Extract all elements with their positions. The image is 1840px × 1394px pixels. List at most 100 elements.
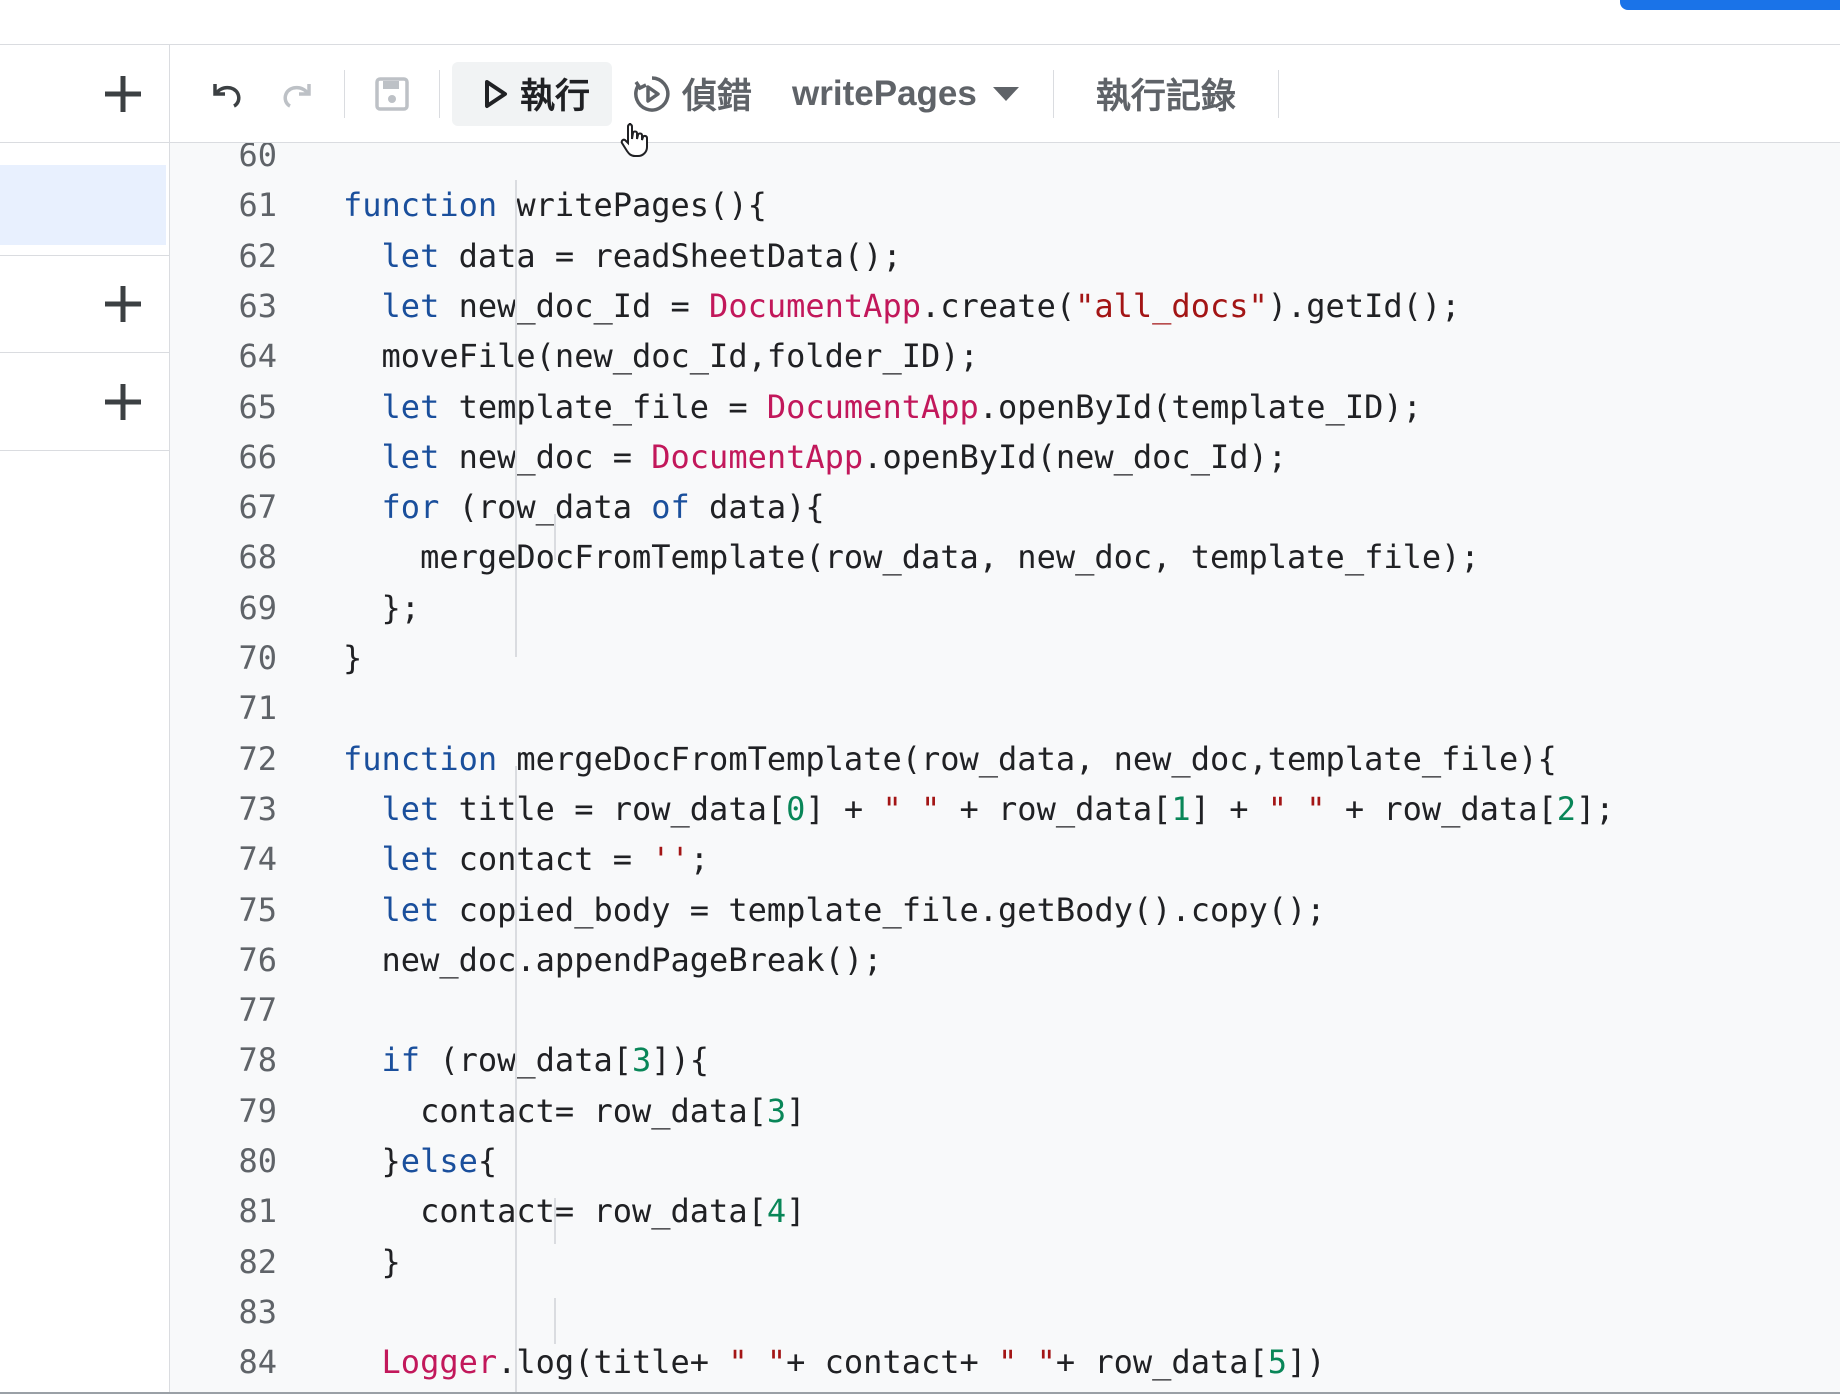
indent-guide [554,1198,556,1244]
code-token: new_doc_Id = [439,286,710,325]
line-number: 74 [238,840,277,879]
code-text: Logger.log(title+ " "+ contact+ " "+ row… [343,1337,1326,1387]
code-token: ] + [805,789,883,828]
code-token: let [381,890,440,929]
toolbar-divider [439,69,440,118]
line-number: 83 [238,1292,277,1331]
redo-icon [283,83,311,108]
code-token: 3 [631,1041,652,1080]
add-icon [105,75,141,112]
code-text: if (row_data[3]){ [343,1035,710,1085]
code-token: DocumentApp [766,387,979,426]
code-token: (row_data [439,488,652,527]
code-line: 70} [170,633,1840,683]
code-token: if [381,1041,421,1080]
line-number: 82 [238,1242,277,1281]
code-token: mergeDocFromTemplate(row_data, new_doc, … [343,538,1480,577]
code-token: let [381,437,440,476]
function-select-value: writePages [792,73,977,113]
code-token: + row_data[ [940,789,1172,828]
code-text: mergeDocFromTemplate(row_data, new_doc, … [343,532,1480,582]
add-service-button[interactable] [0,353,169,451]
undo-button[interactable] [192,59,262,129]
execution-log-button[interactable]: 執行記錄 [1066,62,1266,126]
code-token: DocumentApp [651,437,864,476]
code-text: function mergeDocFromTemplate(row_data, … [343,734,1557,784]
code-token: ; [689,840,710,879]
code-line: 66 let new_doc = DocumentApp.openById(ne… [170,432,1840,482]
code-token: of [651,488,690,527]
selected-file-item[interactable] [0,165,166,245]
line-number: 67 [238,488,277,527]
code-token: Logger [381,1343,498,1382]
save-icon [375,76,409,111]
code-text: }; [343,583,421,633]
code-token: (row_data[ [420,1041,632,1080]
code-token: data = readSheetData(); [439,236,902,275]
toolbar-divider [344,69,345,118]
code-token: ]) [1287,1343,1326,1382]
debug-icon [634,75,670,112]
code-token: 2 [1556,789,1576,828]
code-text: contact= row_data[3] [343,1086,805,1136]
code-token: writePages(){ [497,186,767,225]
code-token: else [400,1142,478,1180]
code-editor[interactable]: 60 61 function writePages(){62 let data = … [170,143,1840,1394]
run-button[interactable]: 執行 [452,61,613,126]
add-file-button[interactable] [0,45,169,143]
code-token: .create( [920,286,1076,325]
code-token: ).getId(); [1267,286,1461,325]
code-text: }else{ [343,1136,498,1186]
code-text: for (row_data of data){ [343,482,825,532]
indent-guide [515,766,517,1394]
function-select[interactable]: writePages [772,62,1041,126]
code-token: let [381,286,440,325]
code-token: " " [1267,789,1326,828]
code-token: new_doc = [439,437,652,476]
code-token: contact= row_data[ [343,1091,767,1130]
code-token: data){ [689,488,825,527]
code-token: + row_data[ [1055,1343,1268,1382]
toolbar-divider [1052,69,1054,118]
execution-log-label: 執行記錄 [1095,77,1236,116]
code-line: 69 }; [170,583,1840,633]
add-library-button[interactable] [0,255,169,353]
code-text: let title = row_data[0] + " " + row_data… [343,784,1615,834]
code-text: let new_doc_Id = DocumentApp.create("all… [343,281,1461,331]
line-number: 69 [238,588,277,627]
line-number: 64 [238,337,277,376]
code-token: title = row_data[ [439,789,787,828]
code-line: 61 function writePages(){ [170,180,1840,230]
line-number: 62 [238,236,277,275]
line-number: 79 [238,1091,277,1130]
code-token: new_doc.appendPageBreak(); [343,940,883,979]
code-token: .openById(template_ID); [978,387,1422,426]
debug-button[interactable]: 偵錯 [612,62,772,126]
top-action-button[interactable] [1620,0,1840,10]
save-button[interactable] [357,59,427,129]
code-token: + contact+ [786,1343,999,1382]
code-line: 80 }else{ [170,1136,1840,1186]
code-token: " " [728,1343,787,1382]
line-number: 73 [238,789,277,828]
code-line: 68 mergeDocFromTemplate(row_data, new_do… [170,532,1840,582]
code-line: 62 let data = readSheetData(); [170,231,1840,281]
code-token: 4 [766,1192,787,1231]
code-line: 77 [170,985,1840,1035]
code-line: 74 let contact = ''; [170,834,1840,884]
editor-toolbar: 執行 偵錯 writePages 執行記錄 [170,45,1840,143]
code-token: } [343,1242,401,1281]
redo-button[interactable] [262,59,332,129]
code-text: moveFile(new_doc_Id,folder_ID); [343,331,979,381]
code-token: ] + [1190,789,1268,828]
code-line: 79 contact= row_data[3] [170,1086,1840,1136]
code-line: 67 for (row_data of data){ [170,482,1840,532]
line-number: 70 [238,639,277,677]
